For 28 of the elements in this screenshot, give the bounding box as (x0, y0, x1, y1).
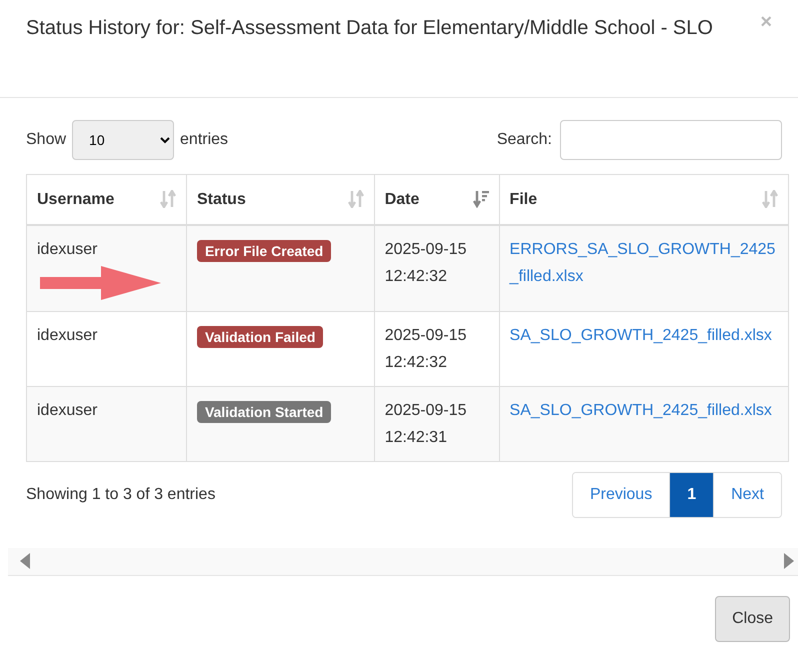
scroll-right-icon[interactable] (784, 553, 794, 569)
column-header[interactable]: File (510, 186, 538, 213)
date-text: 2025-09-15 (384, 400, 468, 420)
column-header[interactable]: Date (384, 186, 420, 213)
dialog-title: Status History for: Self-Assessment Data for Elementary/Middle School - SLO (26, 16, 714, 41)
username-text: idexuser (37, 400, 98, 420)
column-header[interactable]: Status (196, 186, 246, 213)
search-field[interactable] (560, 120, 782, 160)
next-button[interactable]: Next (713, 472, 781, 516)
close-button[interactable]: Close (715, 596, 790, 642)
time-text: 12:42:32 (384, 266, 448, 286)
username-text: idexuser (37, 240, 98, 260)
page-button[interactable]: 1 (669, 472, 714, 516)
entries-dropdown[interactable]: 10 (72, 120, 174, 160)
date-text: 2025-09-15 (384, 240, 468, 260)
horizontal-scrollbar[interactable] (8, 548, 798, 576)
search-label: Search: (496, 130, 552, 150)
show-label: Show (26, 130, 66, 150)
date-text: 2025-09-15 (384, 326, 468, 346)
entries-info: Showing 1 to 3 of 3 entries (26, 484, 216, 504)
status-label: Validation Started (196, 400, 332, 422)
time-text: 12:42:31 (384, 428, 448, 448)
scroll-left-icon[interactable] (20, 553, 30, 569)
status-label: Error File Created (196, 240, 332, 262)
status-label: Validation Failed (196, 326, 324, 348)
entries-label: entries (180, 130, 228, 150)
time-text: 12:42:32 (384, 352, 448, 372)
username-text: idexuser (37, 326, 98, 346)
